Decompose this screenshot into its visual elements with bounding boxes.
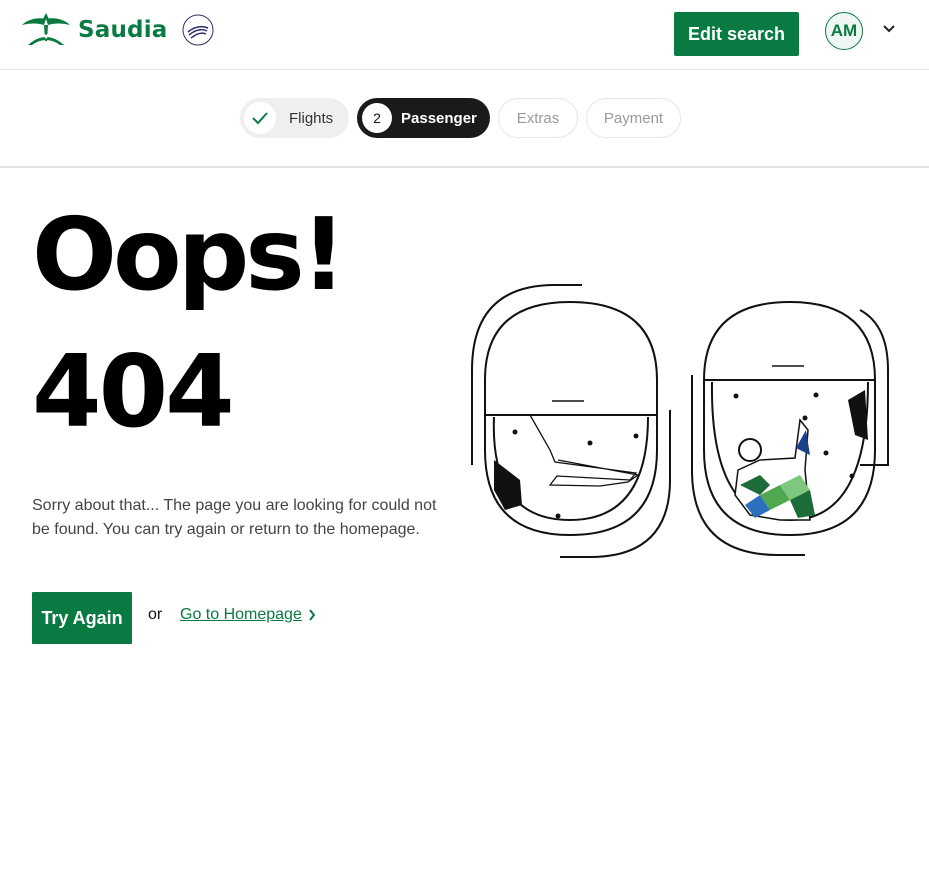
step-number: 2 <box>362 103 392 133</box>
chevron-right-icon <box>309 609 316 621</box>
right-window-figure <box>734 390 868 521</box>
saudia-logo[interactable]: Saudia <box>20 11 216 49</box>
top-header: Saudia Edit search AM <box>0 0 929 70</box>
go-to-homepage-label: Go to Homepage <box>180 606 302 623</box>
step-flights-label: Flights <box>289 109 334 127</box>
saudia-palm-swords-icon <box>22 13 70 45</box>
chevron-down-icon[interactable] <box>882 24 896 34</box>
or-separator: or <box>148 606 163 623</box>
brand-name: Saudia <box>78 17 168 43</box>
booking-stepper: Flights 2 Passenger Extras Payment <box>0 70 929 168</box>
edit-search-button[interactable]: Edit search <box>674 12 799 56</box>
avatar[interactable]: AM <box>825 12 863 50</box>
error-headline: Oops! <box>32 196 346 313</box>
step-payment[interactable]: Payment <box>586 98 681 138</box>
step-extras[interactable]: Extras <box>498 98 578 138</box>
airplane-windows-illustration <box>471 284 890 558</box>
check-icon <box>244 102 276 134</box>
error-code: 404 <box>32 333 235 450</box>
step-flights[interactable]: Flights <box>240 98 349 138</box>
step-passenger[interactable]: 2 Passenger <box>357 98 490 138</box>
step-passenger-label: Passenger <box>401 109 477 127</box>
go-to-homepage-link[interactable]: Go to Homepage <box>180 606 316 624</box>
step-payment-label: Payment <box>603 109 664 127</box>
left-window <box>471 284 671 558</box>
try-again-button[interactable]: Try Again <box>32 592 132 644</box>
skyteam-logo-icon <box>182 14 214 46</box>
step-extras-label: Extras <box>516 109 560 127</box>
error-message: Sorry about that... The page you are loo… <box>32 497 437 538</box>
